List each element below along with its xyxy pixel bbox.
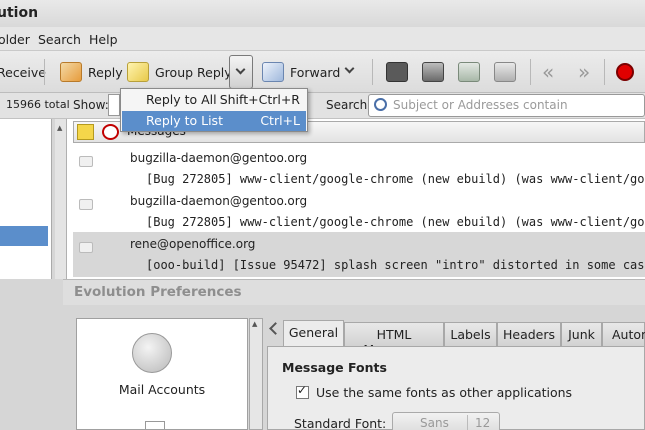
- show-filter-select[interactable]: [108, 94, 120, 116]
- main-toolbar: Receive Reply Group Reply Forward « »: [0, 51, 645, 93]
- message-row[interactable]: bugzilla-daemon@gentoo.org [Bug 272805] …: [73, 146, 645, 189]
- menu-folder[interactable]: older: [0, 32, 30, 47]
- junk-icon: [458, 62, 480, 82]
- window-title: ution: [0, 5, 39, 21]
- category-label: Mail Accounts: [118, 382, 206, 397]
- arrow-up-icon: ▲: [252, 320, 258, 328]
- folder-pane[interactable]: [0, 119, 52, 279]
- category-scrollbar[interactable]: ▲: [249, 318, 263, 430]
- section-title: Message Fonts: [282, 360, 387, 375]
- print-button[interactable]: [386, 57, 414, 87]
- message-sender: bugzilla-daemon@gentoo.org: [130, 151, 308, 165]
- envelope-icon: [79, 242, 93, 253]
- arrow-right-icon: »: [578, 60, 591, 84]
- next-button[interactable]: »: [578, 57, 590, 87]
- standard-font-size: 12: [475, 416, 491, 430]
- group-reply-icon: [127, 62, 149, 82]
- envelope-icon: [79, 156, 93, 167]
- menu-item-reply-to-all[interactable]: Reply to All Shift+Ctrl+R: [122, 90, 306, 110]
- reply-icon: [60, 62, 82, 82]
- message-sender: rene@openoffice.org: [130, 237, 256, 251]
- font-button-divider: [467, 415, 468, 430]
- receive-label: Receive: [0, 64, 46, 80]
- menu-item-shortcut: Ctrl+L: [260, 113, 300, 128]
- toolbar-separator: [604, 59, 605, 85]
- preferences-titlebar: Evolution Preferences: [63, 279, 645, 305]
- delete-button[interactable]: [422, 57, 450, 87]
- menu-search[interactable]: Search: [38, 32, 81, 47]
- toolbar-separator: [372, 59, 373, 85]
- category-mail-accounts[interactable]: Mail Accounts: [77, 331, 247, 401]
- junk-button[interactable]: [458, 57, 486, 87]
- not-junk-icon: [494, 62, 516, 82]
- reply-label: Reply: [88, 64, 123, 80]
- show-label: Show:: [73, 98, 109, 112]
- importance-icon[interactable]: [102, 124, 119, 140]
- arrow-up-icon: ▲: [57, 124, 63, 132]
- stop-button[interactable]: [616, 57, 634, 87]
- use-same-fonts-checkbox[interactable]: ✓ Use the same fonts as other applicatio…: [296, 383, 626, 402]
- message-subject: [ooo-build] [Issue 95472] splash screen …: [146, 258, 645, 272]
- message-row-selected[interactable]: rene@openoffice.org [ooo-build] [Issue 9…: [73, 232, 645, 277]
- message-row[interactable]: bugzilla-daemon@gentoo.org [Bug 272805] …: [73, 189, 645, 232]
- menu-help[interactable]: Help: [89, 32, 118, 47]
- stop-icon: [616, 63, 634, 81]
- reply-button[interactable]: Reply: [60, 57, 123, 87]
- menu-item-reply-to-list[interactable]: Reply to List Ctrl+L: [122, 111, 306, 131]
- standard-font-button[interactable]: Sans 12: [392, 412, 500, 430]
- printer-icon: [386, 62, 408, 82]
- preferences-category-list: Mail Accounts: [76, 318, 248, 430]
- reply-dropdown-menu: Reply to All Shift+Ctrl+R Reply to List …: [120, 88, 308, 132]
- tab-general[interactable]: General: [283, 320, 344, 347]
- tab-labels[interactable]: Labels: [444, 322, 497, 346]
- search-icon: [374, 98, 387, 111]
- group-reply-label: Group Reply: [155, 64, 232, 80]
- check-icon: ✓: [297, 383, 308, 397]
- search-label: Search:: [326, 98, 372, 112]
- envelope-icon: [79, 199, 93, 210]
- reply-menu-dropdown-button[interactable]: [229, 55, 253, 89]
- users-icon: [132, 333, 172, 373]
- forward-icon: [262, 62, 284, 82]
- window-title-bar: ution: [0, 0, 645, 27]
- message-subject: [Bug 272805] www-client/google-chrome (n…: [146, 172, 645, 186]
- search-bar: 15966 total Show: Search: Subject or Add…: [0, 93, 645, 119]
- message-subject: [Bug 272805] www-client/google-chrome (n…: [146, 215, 645, 229]
- forward-label: Forward: [290, 64, 341, 80]
- general-tab-panel: Message Fonts ✓ Use the same fonts as ot…: [267, 346, 645, 430]
- selected-folder[interactable]: [0, 226, 48, 246]
- tab-headers[interactable]: Headers: [497, 322, 561, 346]
- chevron-down-icon: [344, 63, 355, 74]
- previous-button[interactable]: «: [542, 57, 554, 87]
- chevron-down-icon: [235, 64, 246, 75]
- message-list-scrollbar[interactable]: ▲: [55, 119, 67, 279]
- category-icon: [145, 421, 165, 429]
- forward-button[interactable]: Forward: [262, 57, 340, 87]
- search-input[interactable]: Subject or Addresses contain: [368, 94, 645, 117]
- menu-item-label: Reply to All: [146, 92, 217, 107]
- message-total: 15966 total: [6, 98, 70, 111]
- standard-font-label: Standard Font:: [294, 416, 387, 430]
- standard-font-name: Sans: [420, 416, 449, 430]
- menu-item-shortcut: Shift+Ctrl+R: [219, 92, 300, 107]
- menu-item-label: Reply to List: [146, 113, 223, 128]
- trash-icon: [422, 62, 444, 82]
- message-sender: bugzilla-daemon@gentoo.org: [130, 194, 308, 208]
- tab-html-messages[interactable]: HTML Messages: [344, 322, 444, 357]
- menubar: older Search Help: [0, 27, 645, 51]
- envelope-icon[interactable]: [77, 124, 94, 140]
- tab-automatic[interactable]: Autom: [602, 322, 645, 346]
- use-same-fonts-label: Use the same fonts as other applications: [316, 385, 573, 400]
- not-junk-button[interactable]: [494, 57, 522, 87]
- search-placeholder: Subject or Addresses contain: [393, 98, 568, 112]
- arrow-left-icon: «: [542, 60, 555, 84]
- receive-button[interactable]: Receive: [0, 57, 46, 87]
- tab-junk[interactable]: Junk: [561, 322, 602, 346]
- toolbar-separator: [44, 59, 45, 85]
- preferences-title: Evolution Preferences: [74, 284, 242, 300]
- tabs-scroll-left-icon[interactable]: [269, 322, 282, 335]
- preferences-tabs: General HTML Messages Labels Headers Jun…: [267, 320, 645, 357]
- toolbar-separator: [530, 59, 531, 85]
- group-reply-button[interactable]: Group Reply: [127, 57, 232, 87]
